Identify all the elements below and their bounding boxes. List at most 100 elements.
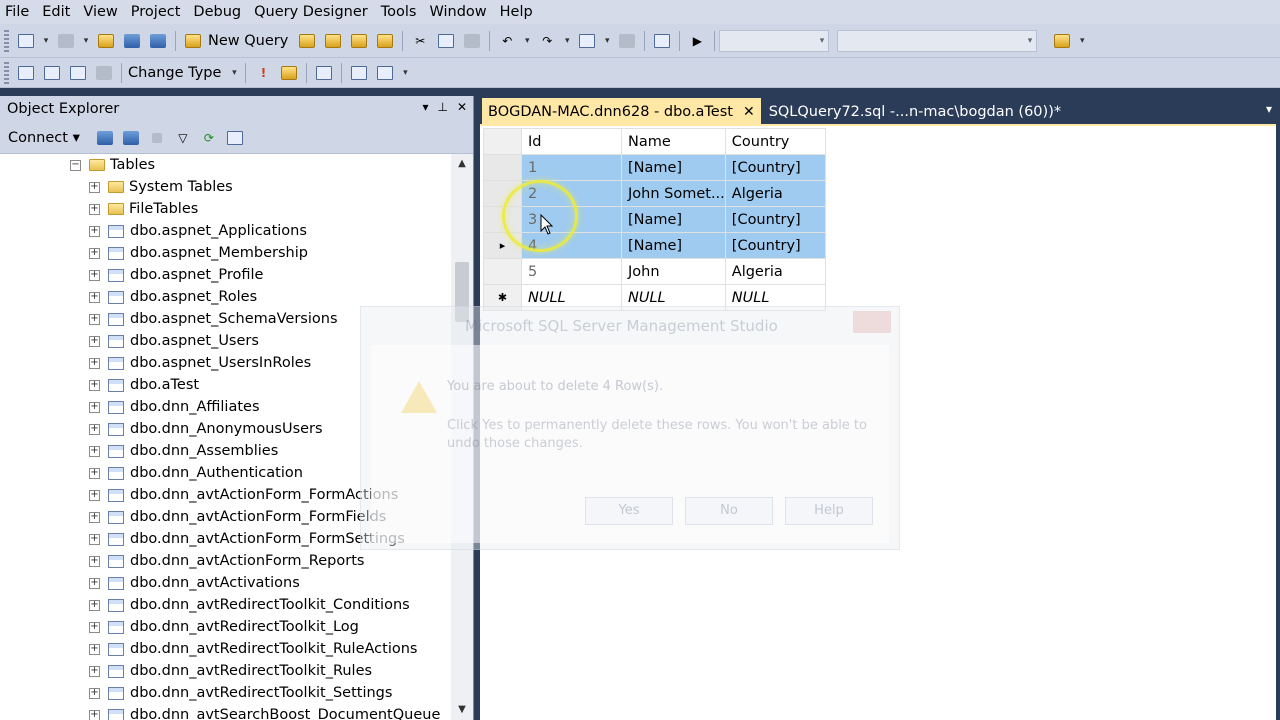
toolbar-options-icon[interactable]: ▾ (1076, 32, 1088, 50)
results-pane-icon[interactable] (94, 64, 114, 82)
cell-id[interactable]: 5 (521, 258, 622, 285)
menu-query-designer[interactable]: Query Designer (249, 4, 376, 20)
expand-icon[interactable]: + (89, 291, 100, 303)
tab-sqlquery72[interactable]: SQLQuery72.sql -...n-mac\bogdan (60))* (761, 98, 1069, 126)
table-row[interactable]: 1 [Name] [Country] (483, 154, 826, 181)
tree-node-dbo-aspnet-applications[interactable]: + dbo.aspnet_Applications (89, 220, 307, 242)
open-folder-icon[interactable] (96, 32, 116, 50)
chevron-down-icon[interactable]: ▾ (228, 64, 240, 82)
tree-node-dbo-dnn-affiliates[interactable]: + dbo.dnn_Affiliates (89, 396, 260, 418)
tree-node-dbo-dnn-anonymoususers[interactable]: + dbo.dnn_AnonymousUsers (89, 418, 323, 440)
expand-icon[interactable]: + (89, 401, 100, 413)
tree-node-tables[interactable]: − Tables (70, 154, 155, 176)
cell-country[interactable]: Algeria (724, 258, 826, 285)
expand-icon[interactable]: + (89, 489, 100, 501)
undo-icon[interactable]: ↶ (497, 32, 517, 50)
copy-icon[interactable] (436, 32, 456, 50)
menu-tools[interactable]: Tools (376, 4, 425, 20)
expand-icon[interactable]: + (89, 203, 100, 215)
database-query-icon[interactable] (297, 32, 317, 50)
dmx-query-icon[interactable] (349, 32, 369, 50)
expand-icon[interactable]: + (89, 357, 100, 369)
expand-icon[interactable]: + (89, 181, 100, 193)
screenshot-icon[interactable] (652, 32, 672, 50)
save-all-icon[interactable] (148, 32, 168, 50)
pin-icon[interactable]: ⊥ (437, 100, 447, 114)
connect-icon[interactable] (95, 129, 115, 147)
close-icon[interactable]: ✕ (457, 100, 467, 114)
tree-node-dbo-aspnet-schemaversions[interactable]: + dbo.aspnet_SchemaVersions (89, 308, 338, 330)
tree-node-dbo-dnn-avtredirecttoolkit-ruleactions[interactable]: + dbo.dnn_avtRedirectToolkit_RuleActions (89, 638, 417, 660)
tree-node-system-tables[interactable]: + System Tables (89, 176, 233, 198)
tree-node-dbo-dnn-avtactionform-reports[interactable]: + dbo.dnn_avtActionForm_Reports (89, 550, 364, 572)
yes-button[interactable]: Yes (585, 497, 673, 525)
chevron-down-icon[interactable]: ▾ (601, 32, 613, 50)
row-header-corner[interactable] (483, 128, 522, 155)
new-project-icon[interactable] (16, 32, 36, 50)
menu-view[interactable]: View (78, 4, 125, 20)
solution-platform-dropdown[interactable]: ▾ (837, 29, 1038, 52)
start-debug-icon[interactable]: ▶ (687, 32, 707, 50)
tree-node-dbo-atest[interactable]: + dbo.aTest (89, 374, 199, 396)
expand-icon[interactable]: + (89, 467, 100, 479)
activity-monitor-icon[interactable] (225, 129, 245, 147)
row-selector[interactable] (483, 154, 522, 181)
expand-icon[interactable]: + (89, 335, 100, 347)
dialog-close-button[interactable] (853, 311, 891, 333)
expand-icon[interactable]: + (89, 599, 100, 611)
tree-node-dbo-dnn-avtredirecttoolkit-settings[interactable]: + dbo.dnn_avtRedirectToolkit_Settings (89, 682, 392, 704)
menu-edit[interactable]: Edit (37, 4, 78, 20)
criteria-pane-icon[interactable] (42, 64, 62, 82)
expand-icon[interactable]: + (89, 643, 100, 655)
connect-button[interactable]: Connect ▾ (8, 130, 80, 146)
tab-list-icon[interactable]: ▾ (1266, 102, 1272, 116)
save-icon[interactable] (122, 32, 142, 50)
expand-icon[interactable]: + (89, 555, 100, 567)
column-header-id[interactable]: Id (521, 128, 622, 155)
change-type-button[interactable]: Change Type (128, 65, 221, 81)
tree-node-dbo-aspnet-usersinroles[interactable]: + dbo.aspnet_UsersInRoles (89, 352, 311, 374)
menu-project[interactable]: Project (126, 4, 189, 20)
tree-node-dbo-dnn-avtredirecttoolkit-rules[interactable]: + dbo.dnn_avtRedirectToolkit_Rules (89, 660, 372, 682)
window-position-icon[interactable]: ▾ (422, 100, 428, 114)
navigate-forward-icon[interactable] (617, 32, 637, 50)
xmla-query-icon[interactable] (375, 32, 395, 50)
expand-icon[interactable]: + (89, 445, 100, 457)
expand-icon[interactable]: + (89, 247, 100, 259)
solution-config-dropdown[interactable]: ▾ (719, 29, 830, 52)
verify-sql-icon[interactable] (279, 64, 299, 82)
cut-icon[interactable]: ✂ (410, 32, 430, 50)
expand-icon[interactable]: + (89, 687, 100, 699)
chevron-down-icon[interactable]: ▾ (561, 32, 573, 50)
tree-node-dbo-dnn-avtactionform-formsettings[interactable]: + dbo.dnn_avtActionForm_FormSettings (89, 528, 405, 550)
chevron-down-icon[interactable]: ▾ (40, 32, 52, 50)
tree-node-filetables[interactable]: + FileTables (89, 198, 198, 220)
menu-help[interactable]: Help (495, 4, 541, 20)
scroll-up-icon[interactable]: ▲ (451, 154, 473, 174)
expand-icon[interactable]: + (89, 225, 100, 237)
tree-node-dbo-dnn-avtsearchboost-documentqueue[interactable]: + dbo.dnn_avtSearchBoost_DocumentQueue (89, 704, 440, 720)
cell-name[interactable]: John (621, 258, 726, 285)
expand-icon[interactable]: + (89, 665, 100, 677)
cell-name[interactable]: John Somet... (621, 180, 726, 207)
menu-window[interactable]: Window (424, 4, 494, 20)
menu-file[interactable]: File (0, 4, 37, 20)
collapse-icon[interactable]: − (70, 159, 81, 171)
chevron-down-icon[interactable]: ▾ (80, 32, 92, 50)
refresh-icon[interactable]: ⟳ (199, 129, 219, 147)
cell-country[interactable]: [Country] (724, 206, 826, 233)
expand-icon[interactable]: + (89, 511, 100, 523)
help-button[interactable]: Help (785, 497, 873, 525)
tree-node-dbo-dnn-avtredirecttoolkit-conditions[interactable]: + dbo.dnn_avtRedirectToolkit_Conditions (89, 594, 410, 616)
stop-icon[interactable] (147, 129, 167, 147)
toolbar-grip[interactable] (4, 61, 9, 84)
cell-id[interactable]: 1 (521, 154, 622, 181)
expand-icon[interactable]: + (89, 621, 100, 633)
expand-icon[interactable]: + (89, 423, 100, 435)
navigate-icon[interactable] (577, 32, 597, 50)
properties-icon[interactable] (1052, 32, 1072, 50)
tree-node-dbo-aspnet-profile[interactable]: + dbo.aspnet_Profile (89, 264, 263, 286)
cell-country[interactable]: Algeria (724, 180, 826, 207)
cell-name[interactable]: [Name] (621, 154, 726, 181)
cell-country[interactable]: [Country] (724, 232, 826, 259)
